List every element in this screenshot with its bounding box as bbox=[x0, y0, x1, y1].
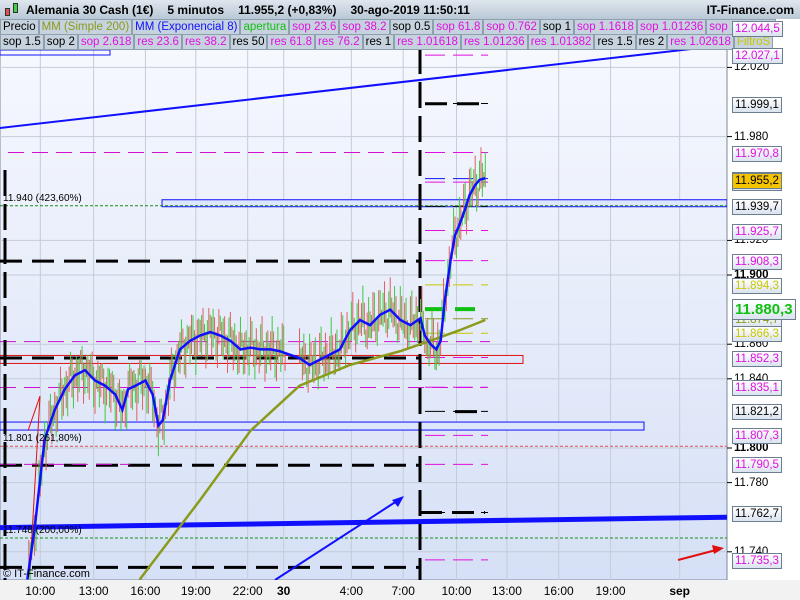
legend-toggle-res-1-01382[interactable]: res 1.01382 bbox=[527, 34, 595, 50]
legend-toggle-sop-61-8[interactable]: sop 61.8 bbox=[433, 19, 484, 35]
x-tick-label: sep bbox=[669, 584, 691, 598]
site-name: IT-Finance.com bbox=[706, 2, 794, 17]
price-level-label: 11.821,2 bbox=[732, 404, 782, 421]
last-price: 11.955,2 (+0,83%) bbox=[238, 2, 337, 17]
current-price-label: 11.955,2 bbox=[732, 172, 782, 189]
price-level-label: 12.044,5 bbox=[732, 21, 783, 37]
price-level-label: 11.894,3 bbox=[732, 277, 782, 294]
zone-rectangle bbox=[0, 421, 645, 431]
legend-toggle-sop-1[interactable]: sop 1 bbox=[539, 19, 575, 35]
x-tick-label: 10:00 bbox=[441, 584, 472, 598]
x-tick-label: 16:00 bbox=[543, 584, 574, 598]
fib-extension-label: 11.940 (423,60%) bbox=[3, 192, 82, 204]
price-level-label: 11.735,3 bbox=[732, 552, 782, 569]
y-tick-label: 11.980 bbox=[734, 130, 769, 143]
copyright: © IT-Finance.com bbox=[3, 568, 90, 580]
legend-toggle-sop-2[interactable]: sop 2 bbox=[43, 34, 78, 50]
price-level-label: 11.762,7 bbox=[732, 505, 782, 522]
price-level-label: 11.939,7 bbox=[732, 199, 782, 216]
fib-extension-label: 11.801 (261,80%) bbox=[3, 433, 82, 445]
plot-area bbox=[0, 47, 728, 581]
legend-toggle-sop-1-5[interactable]: sop 1.5 bbox=[0, 34, 44, 50]
legend-toggle-mm-exponencial-8-[interactable]: MM (Exponencial 8) bbox=[132, 19, 241, 35]
title-bar: Alemania 30 Cash (1€) 5 minutos 11.955,2… bbox=[0, 0, 800, 19]
price-level-label: 11.835,1 bbox=[732, 380, 782, 397]
legend-toggle-res-76-2[interactable]: res 76.2 bbox=[315, 34, 363, 50]
legend-toggle-sop-1-01236[interactable]: sop 1.01236 bbox=[636, 19, 707, 35]
timeframe: 5 minutos bbox=[167, 2, 225, 17]
instrument-name: Alemania 30 Cash (1€) bbox=[26, 2, 154, 17]
x-tick-label: 10:00 bbox=[25, 584, 56, 598]
candlestick-logo-icon bbox=[2, 2, 22, 18]
x-tick-label: 13:00 bbox=[491, 584, 522, 598]
price-level-label: 11.880,3 bbox=[732, 299, 796, 321]
legend-toggle-sop-0-5[interactable]: sop 0.5 bbox=[389, 19, 434, 35]
price-level-label: 11.852,3 bbox=[732, 350, 782, 367]
datetime: 30-ago-2019 11:50:11 bbox=[350, 2, 470, 17]
price-level-label: 11.999,1 bbox=[732, 96, 782, 113]
legend-toggle-res-50[interactable]: res 50 bbox=[229, 34, 268, 50]
legend-toggle-precio[interactable]: Precio bbox=[0, 19, 39, 35]
x-tick-label: 13:00 bbox=[78, 584, 109, 598]
legend-row-2: sop 1.5 sop 2 sop 2.618 res 23.6 res 38.2 res… bbox=[0, 34, 774, 50]
legend-toggle-mm-simple-200-[interactable]: MM (Simple 200) bbox=[38, 19, 133, 35]
x-tick-label: 7:00 bbox=[391, 584, 415, 598]
legend-toggle-res-1-01236[interactable]: res 1.01236 bbox=[460, 34, 528, 50]
legend-toggle-res-38-2[interactable]: res 38.2 bbox=[181, 34, 230, 50]
y-tick-label: 11.780 bbox=[734, 476, 769, 489]
legend-toggle-sop-1-1618[interactable]: sop 1.1618 bbox=[574, 19, 637, 35]
legend-toggle-sop-0-762[interactable]: sop 0.762 bbox=[483, 19, 540, 35]
fib-extension-label: 11.748 (200,00%) bbox=[3, 524, 82, 536]
legend-toggle-res-23-6[interactable]: res 23.6 bbox=[134, 34, 182, 50]
x-tick-label: 16:00 bbox=[130, 584, 161, 598]
legend-toggle-res-61-8[interactable]: res 61.8 bbox=[267, 34, 316, 50]
x-tick-label: 22:00 bbox=[232, 584, 263, 598]
legend-toggle-apertura[interactable]: apertura bbox=[240, 19, 290, 35]
price-level-label: 11.807,3 bbox=[732, 428, 782, 445]
x-tick-label: 4:00 bbox=[339, 584, 364, 598]
legend-toggle-res-1-02618[interactable]: res 1.02618 bbox=[667, 34, 734, 50]
x-tick-label: 19:00 bbox=[595, 584, 626, 598]
price-level-label: 11.970,8 bbox=[732, 145, 782, 162]
legend-row-1: Precio MM (Simple 200) MM (Exponencial 8) a… bbox=[0, 19, 776, 35]
legend-toggle-res-2[interactable]: res 2 bbox=[635, 34, 668, 50]
price-level-label: 12.027,1 bbox=[732, 48, 783, 65]
price-level-label: 11.790,5 bbox=[732, 457, 782, 474]
price-level-label: 11.908,3 bbox=[732, 253, 782, 270]
legend-toggle-sop-38-2[interactable]: sop 38.2 bbox=[339, 19, 390, 35]
price-level-label: 11.925,7 bbox=[732, 223, 782, 240]
legend-toggle-res-1-01618[interactable]: res 1.01618 bbox=[394, 34, 461, 50]
x-tick-label: 19:00 bbox=[180, 584, 211, 598]
legend-toggle-sop-2-618[interactable]: sop 2.618 bbox=[77, 34, 135, 50]
legend-toggle-sop-23-6[interactable]: sop 23.6 bbox=[289, 19, 340, 35]
price-level-label: 11.866,3 bbox=[732, 326, 782, 343]
legend-toggle-res-1-5[interactable]: res 1.5 bbox=[594, 34, 636, 50]
x-tick-label: 30 bbox=[276, 584, 291, 598]
legend-toggle-res-1[interactable]: res 1 bbox=[362, 34, 395, 50]
price-chart[interactable] bbox=[0, 0, 800, 600]
